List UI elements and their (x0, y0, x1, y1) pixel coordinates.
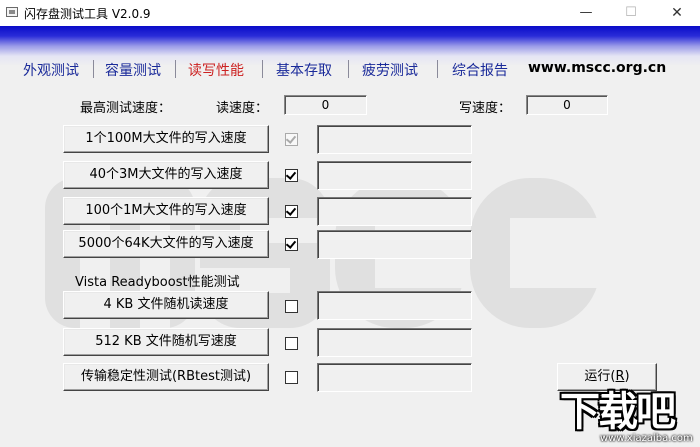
read-speed-value: 0 (284, 95, 367, 115)
test-100m-write-button[interactable]: 1个100M大文件的写入速度 (63, 125, 269, 153)
tab-capacity-test[interactable]: 容量测试 (105, 60, 161, 80)
test-3m-result (317, 161, 472, 190)
test-4kb-result (317, 291, 472, 320)
test-64k-checkbox[interactable] (285, 238, 298, 251)
brand-url-text: www.xiazaiba.com (600, 433, 693, 444)
test-512kb-random-write-button[interactable]: 512 KB 文件随机写速度 (63, 328, 269, 356)
xiazaiba-brand-logo: 下载吧 www.xiazaiba.com (560, 390, 700, 447)
tab-summary-report[interactable]: 综合报告 (452, 60, 508, 80)
test-3m-checkbox[interactable] (285, 169, 298, 182)
window-title: 闪存盘测试工具 V2.0.9 (24, 7, 151, 21)
check-mark-icon (285, 133, 297, 144)
tab-divider (93, 60, 94, 78)
write-speed-value: 0 (526, 95, 608, 115)
tab-appearance-test[interactable]: 外观测试 (23, 60, 79, 80)
check-mark-icon (285, 205, 297, 216)
run-button[interactable]: 运行(R) (557, 363, 657, 391)
title-bar: 闪存盘测试工具 V2.0.9 — ☐ ✕ (0, 0, 700, 26)
app-icon (6, 7, 18, 17)
check-mark-icon (285, 169, 297, 180)
brand-main-text: 下载吧 (560, 389, 676, 435)
test-100m-checkbox[interactable] (285, 133, 298, 146)
test-64k-result (317, 230, 472, 259)
stability-test-button[interactable]: 传输稳定性测试(RBtest测试) (63, 363, 269, 391)
main-panel: 外观测试 容量测试 读写性能 基本存取 疲劳测试 综合报告 www.mscc.o… (0, 26, 700, 447)
run-button-mnemonic: R (615, 369, 625, 384)
test-512kb-checkbox[interactable] (285, 337, 298, 350)
minimize-button[interactable]: — (563, 0, 609, 26)
test-4kb-random-read-button[interactable]: 4 KB 文件随机读速度 (63, 291, 269, 319)
test-512kb-result (317, 328, 472, 357)
tab-basic-access[interactable]: 基本存取 (276, 60, 332, 80)
maximize-button[interactable]: ☐ (608, 0, 654, 26)
test-100m-result (317, 125, 472, 154)
read-speed-label: 读速度： (216, 101, 269, 116)
tab-fatigue-test[interactable]: 疲劳测试 (362, 60, 418, 80)
tab-rw-performance[interactable]: 读写性能 (188, 60, 244, 80)
site-url: www.mscc.org.cn (528, 60, 667, 76)
test-1m-result (317, 197, 472, 226)
stability-test-checkbox[interactable] (285, 371, 298, 384)
stability-test-result (317, 363, 472, 392)
test-1m-checkbox[interactable] (285, 205, 298, 218)
test-4kb-checkbox[interactable] (285, 300, 298, 313)
test-3m-write-button[interactable]: 40个3M大文件的写入速度 (63, 161, 269, 189)
close-button[interactable]: ✕ (654, 0, 700, 26)
tab-divider (262, 60, 263, 78)
write-speed-label: 写速度： (459, 101, 512, 116)
tab-divider (437, 60, 438, 78)
tab-divider (175, 60, 176, 78)
readyboost-section-label: Vista Readyboost性能测试 (75, 275, 240, 290)
check-mark-icon (285, 238, 297, 249)
test-1m-write-button[interactable]: 100个1M大文件的写入速度 (63, 197, 269, 225)
max-speed-label: 最高测试速度： (80, 101, 172, 116)
tab-divider (348, 60, 349, 78)
run-button-label: 运行( (584, 369, 616, 384)
run-button-suffix: ) (624, 369, 630, 384)
test-64k-write-button[interactable]: 5000个64K大文件的写入速度 (63, 230, 269, 258)
